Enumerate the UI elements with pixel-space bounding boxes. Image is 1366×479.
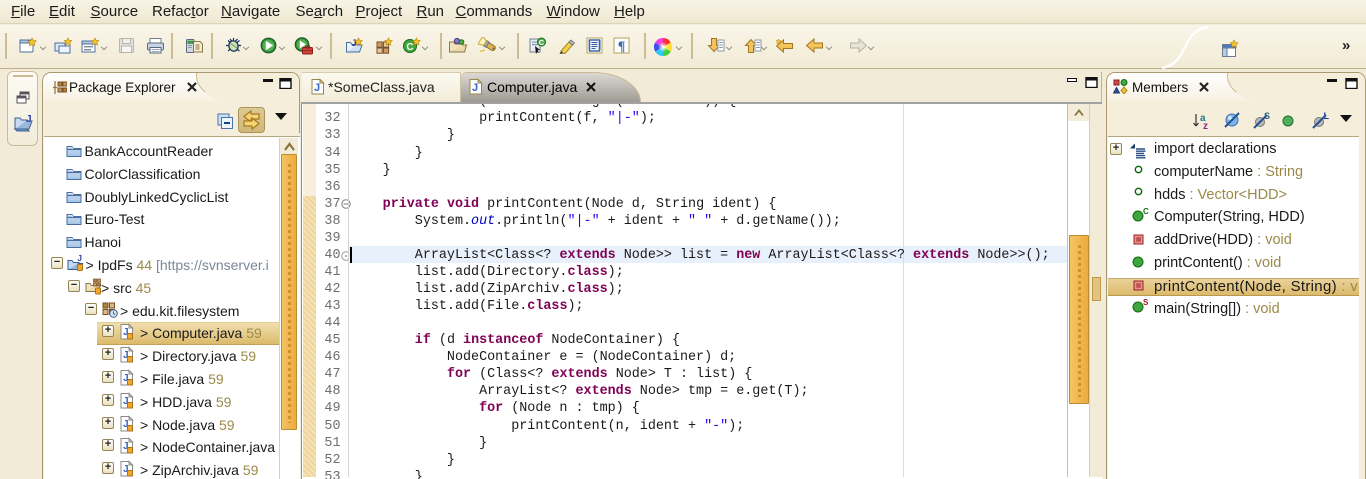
- svg-text:z: z: [1203, 121, 1208, 131]
- svg-text:C: C: [406, 42, 413, 53]
- svg-text:J: J: [78, 255, 82, 263]
- svg-text:J: J: [26, 114, 32, 125]
- svg-text:J: J: [352, 38, 357, 48]
- svg-text:C: C: [539, 38, 545, 47]
- svg-text:S: S: [1143, 299, 1149, 307]
- svg-text:C: C: [1143, 208, 1149, 216]
- svg-text:¶: ¶: [618, 40, 626, 55]
